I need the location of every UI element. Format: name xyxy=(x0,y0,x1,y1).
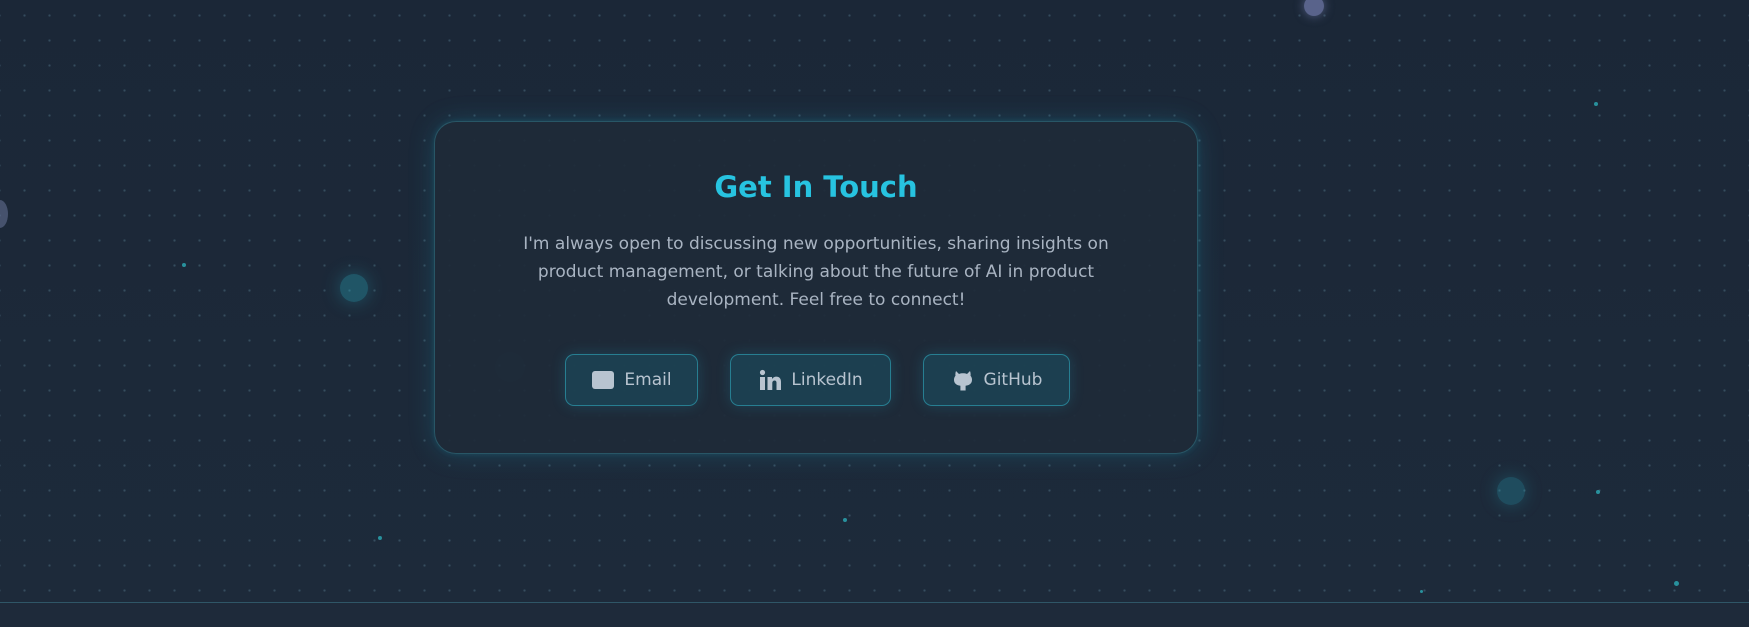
sparkle-dot xyxy=(1596,490,1600,494)
sparkle-dot xyxy=(843,518,847,522)
github-icon xyxy=(951,368,975,392)
glow-orb xyxy=(340,274,368,302)
linkedin-icon xyxy=(758,368,782,392)
sparkle-dot xyxy=(1594,102,1598,106)
contact-card: Get In Touch I'm always open to discussi… xyxy=(434,121,1198,454)
footer-band xyxy=(0,603,1749,627)
linkedin-button[interactable]: LinkedIn xyxy=(730,354,891,406)
sparkle-dot xyxy=(182,263,186,267)
contact-title: Get In Touch xyxy=(714,170,918,204)
sparkle-dot xyxy=(378,536,382,540)
email-button[interactable]: Email xyxy=(565,354,698,406)
envelope-icon xyxy=(591,368,615,392)
contact-description: I'm always open to discussing new opport… xyxy=(523,234,1109,310)
sparkle-dot xyxy=(1674,581,1679,586)
github-button-label: GitHub xyxy=(983,370,1043,390)
glow-orb xyxy=(1497,477,1525,505)
linkedin-button-label: LinkedIn xyxy=(791,370,863,390)
github-button[interactable]: GitHub xyxy=(923,354,1070,406)
sparkle-dot xyxy=(1420,590,1423,593)
email-button-label: Email xyxy=(624,370,672,390)
